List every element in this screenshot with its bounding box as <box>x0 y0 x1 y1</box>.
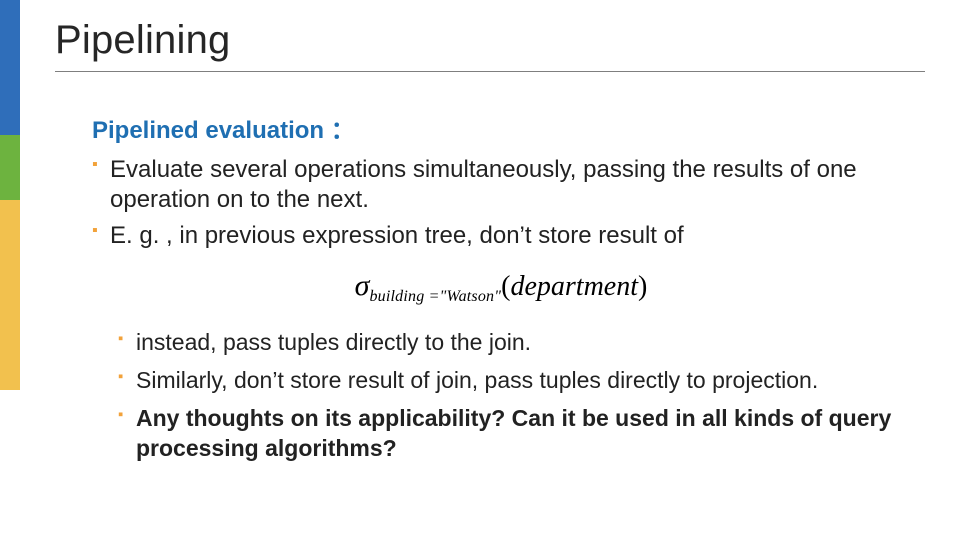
accent-white <box>0 390 20 540</box>
accent-yellow <box>0 200 20 390</box>
bullet-item: Similarly, don’t store result of join, p… <box>118 366 910 396</box>
bullet-list-level1: Evaluate several operations simultaneous… <box>92 155 910 251</box>
bullet-item: Evaluate several operations simultaneous… <box>92 155 910 215</box>
formula: σbuilding ="Watson"(department) <box>92 269 910 306</box>
formula-subscript: building ="Watson" <box>369 288 501 305</box>
slide: Pipelining Pipelined evaluation ： Evalua… <box>0 0 960 540</box>
title-rule <box>55 71 925 72</box>
slide-title: Pipelining <box>55 18 930 63</box>
bullet-item: E. g. , in previous expression tree, don… <box>92 221 910 251</box>
left-accent-bar <box>0 0 20 540</box>
bullet-item-bold: Any thoughts on its applicability? Can i… <box>118 404 910 464</box>
accent-green <box>0 135 20 200</box>
slide-content: Pipelined evaluation ： Evaluate several … <box>92 110 910 472</box>
subheading: Pipelined evaluation ： <box>92 110 910 145</box>
accent-blue <box>0 0 20 135</box>
paren-close: ) <box>638 271 647 302</box>
title-area: Pipelining <box>55 18 930 72</box>
sub-bullets-wrap: instead, pass tuples directly to the joi… <box>118 328 910 464</box>
bullet-list-level2: instead, pass tuples directly to the joi… <box>118 328 910 464</box>
formula-arg: department <box>510 271 638 302</box>
bullet-item: instead, pass tuples directly to the joi… <box>118 328 910 358</box>
sigma-symbol: σ <box>355 269 370 302</box>
